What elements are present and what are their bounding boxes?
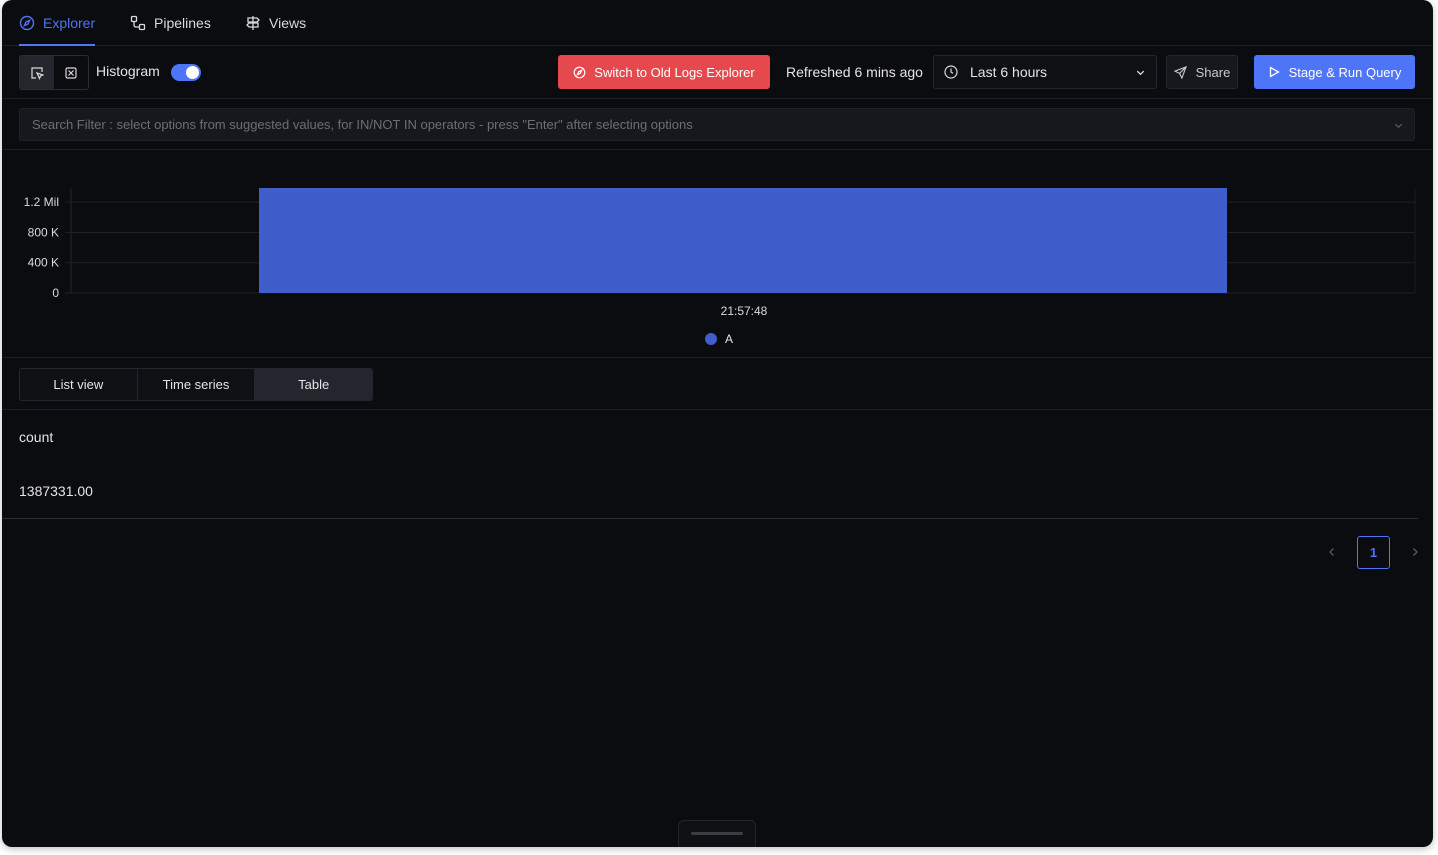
share-label: Share xyxy=(1195,64,1231,80)
pagination-next-button[interactable] xyxy=(1408,545,1422,559)
chevron-down-icon xyxy=(1394,123,1403,129)
x-tick-label: 21:57:48 xyxy=(721,304,768,318)
chevron-left-icon xyxy=(1329,548,1334,556)
grid-icon xyxy=(65,66,77,79)
resize-handle[interactable] xyxy=(678,820,756,847)
stage-and-run-query-label: Stage & Run Query xyxy=(1288,64,1402,80)
tab-pipelines[interactable]: Pipelines xyxy=(130,0,211,46)
time-range-value: Last 6 hours xyxy=(970,64,1048,80)
share-button[interactable]: Share xyxy=(1166,55,1238,89)
refreshed-status: Refreshed 6 mins ago xyxy=(786,64,923,80)
cursor-select-icon xyxy=(31,66,44,80)
signpost-icon xyxy=(246,16,260,30)
query-toolbar: Histogram Switch to Old Logs Explorer Re… xyxy=(2,47,1433,99)
result-view-tabs: List view Time series Table xyxy=(19,368,373,401)
table-header-count: count xyxy=(19,429,54,445)
tab-table[interactable]: Table xyxy=(255,369,372,400)
switch-to-old-explorer-label: Switch to Old Logs Explorer xyxy=(594,64,755,80)
pipeline-icon xyxy=(130,15,146,31)
query-builder-mode-button[interactable] xyxy=(20,56,54,89)
play-icon xyxy=(1269,66,1280,78)
tab-pipelines-label: Pipelines xyxy=(154,15,211,31)
time-range-select[interactable]: Last 6 hours xyxy=(933,55,1157,89)
app-window: Explorer Pipelines Views Histogram Switc… xyxy=(2,0,1433,847)
histogram-label: Histogram xyxy=(96,63,160,79)
pagination-prev-button[interactable] xyxy=(1325,545,1339,559)
histogram-chart: 0 400 K 800 K 1.2 Mil 21:57:48 A xyxy=(2,151,1433,358)
legend-label: A xyxy=(725,332,734,346)
histogram-svg: 0 400 K 800 K 1.2 Mil 21:57:48 xyxy=(24,188,1416,318)
chart-legend[interactable]: A xyxy=(705,332,733,346)
tab-views-label: Views xyxy=(269,15,307,31)
y-tick-label: 0 xyxy=(52,286,59,300)
tab-time-series[interactable]: Time series xyxy=(137,369,256,400)
pagination-page-1[interactable]: 1 xyxy=(1357,536,1390,569)
tab-list-view[interactable]: List view xyxy=(20,369,138,400)
tab-explorer-label: Explorer xyxy=(43,15,96,31)
table-divider xyxy=(2,518,1418,519)
chevron-right-icon xyxy=(1413,548,1418,556)
tab-views[interactable]: Views xyxy=(245,0,306,46)
y-tick-label: 400 K xyxy=(28,256,59,270)
compass-icon xyxy=(573,66,586,78)
search-filter-row: Search Filter : select options from sugg… xyxy=(2,100,1433,150)
top-navigation: Explorer Pipelines Views xyxy=(2,0,1433,46)
send-icon xyxy=(1173,65,1187,79)
tab-explorer[interactable]: Explorer xyxy=(19,0,96,46)
y-tick-label: 800 K xyxy=(28,225,59,239)
legend-swatch xyxy=(705,333,717,345)
histogram-bar xyxy=(259,188,1227,293)
view-mode-toggle xyxy=(19,55,89,90)
y-tick-label: 1.2 Mil xyxy=(24,195,59,209)
chevron-down-icon xyxy=(1136,70,1145,76)
table-cell-count: 1387331.00 xyxy=(19,483,93,499)
search-filter-placeholder: Search Filter : select options from sugg… xyxy=(32,117,693,132)
divider xyxy=(2,409,1433,410)
histogram-toggle[interactable] xyxy=(171,64,201,81)
clickhouse-mode-button[interactable] xyxy=(54,56,88,89)
compass-icon xyxy=(19,15,35,31)
switch-to-old-explorer-button[interactable]: Switch to Old Logs Explorer xyxy=(558,55,770,89)
search-filter-input[interactable]: Search Filter : select options from sugg… xyxy=(19,108,1415,141)
clock-icon xyxy=(944,65,958,79)
stage-and-run-query-button[interactable]: Stage & Run Query xyxy=(1254,55,1415,89)
